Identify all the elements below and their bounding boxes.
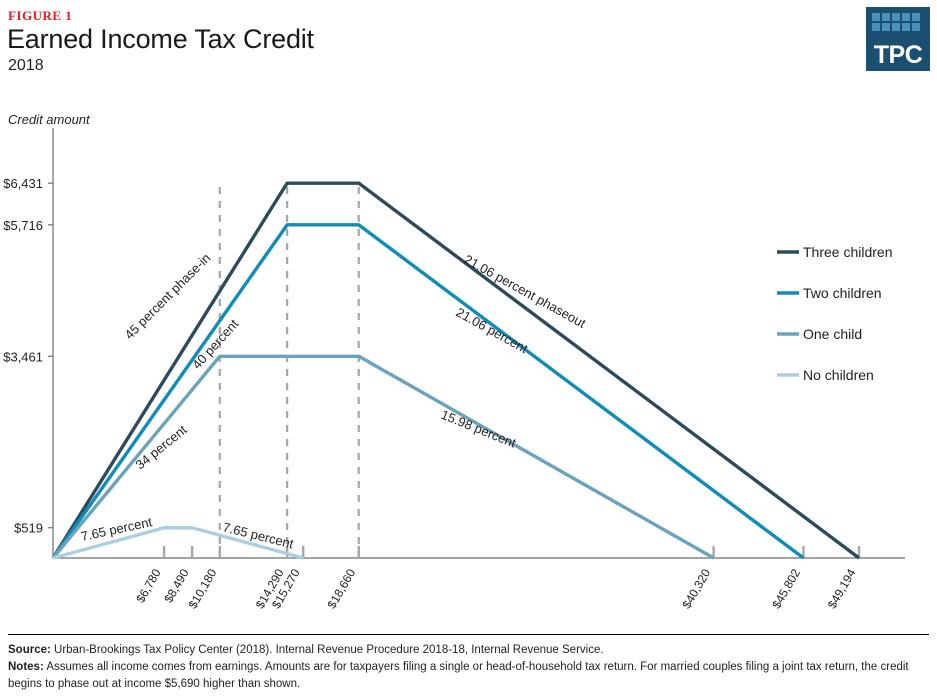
chart-annotation: 45 percent phase-in — [122, 250, 214, 342]
legend-label: Three children — [803, 244, 893, 260]
legend-label: One child — [803, 326, 862, 342]
y-axis-label: $6,431 — [3, 176, 43, 191]
eitc-line-chart: $6,431 $5,716 $3,461 $519 $6,780$8,490$10,1… — [3, 128, 905, 611]
legend-label: No children — [803, 367, 874, 383]
notes-text: Assumes all income comes from earnings. … — [8, 661, 909, 690]
legend-label: Two children — [803, 285, 882, 301]
chart-annotations: 45 percent phase-in40 percent34 percent7… — [80, 250, 589, 551]
series-line-three-children — [51, 181, 861, 560]
dashed-guide-lines — [218, 183, 360, 558]
source-text: Urban-Brookings Tax Policy Center (2018)… — [50, 644, 604, 656]
y-axis-label: $519 — [14, 521, 43, 536]
chart-legend: Three children Two children One child No ch… — [777, 244, 893, 383]
x-axis-label: $40,320 — [679, 566, 713, 611]
footer-divider — [8, 634, 929, 635]
x-axis-ticks: $6,780$8,490$10,180 $14,290$15,270 $18,660… — [133, 546, 861, 611]
x-axis-label: $18,660 — [325, 566, 359, 611]
source-line: Source: Urban-Brookings Tax Policy Cente… — [8, 642, 929, 659]
y-axis-label: $5,716 — [3, 218, 43, 233]
y-axis-label: $3,461 — [3, 349, 43, 364]
series-line-two-children — [51, 223, 805, 560]
notes-label: Notes: — [8, 661, 44, 673]
x-axis-label: $49,194 — [825, 566, 859, 611]
footer-notes: Source: Urban-Brookings Tax Policy Cente… — [8, 642, 929, 693]
source-label: Source: — [8, 644, 51, 656]
y-axis-ticks: $6,431 $5,716 $3,461 $519 — [3, 176, 53, 536]
x-axis-label: $6,780 — [133, 566, 164, 605]
chart-annotation: 15.98 percent — [439, 407, 519, 451]
chart-axes — [52, 128, 905, 559]
x-axis-label: $45,802 — [769, 566, 803, 611]
chart-annotation: 21.06 percent — [454, 305, 531, 357]
chart-series-lines — [51, 181, 861, 560]
notes-line: Notes: Assumes all income comes from ear… — [8, 659, 929, 693]
